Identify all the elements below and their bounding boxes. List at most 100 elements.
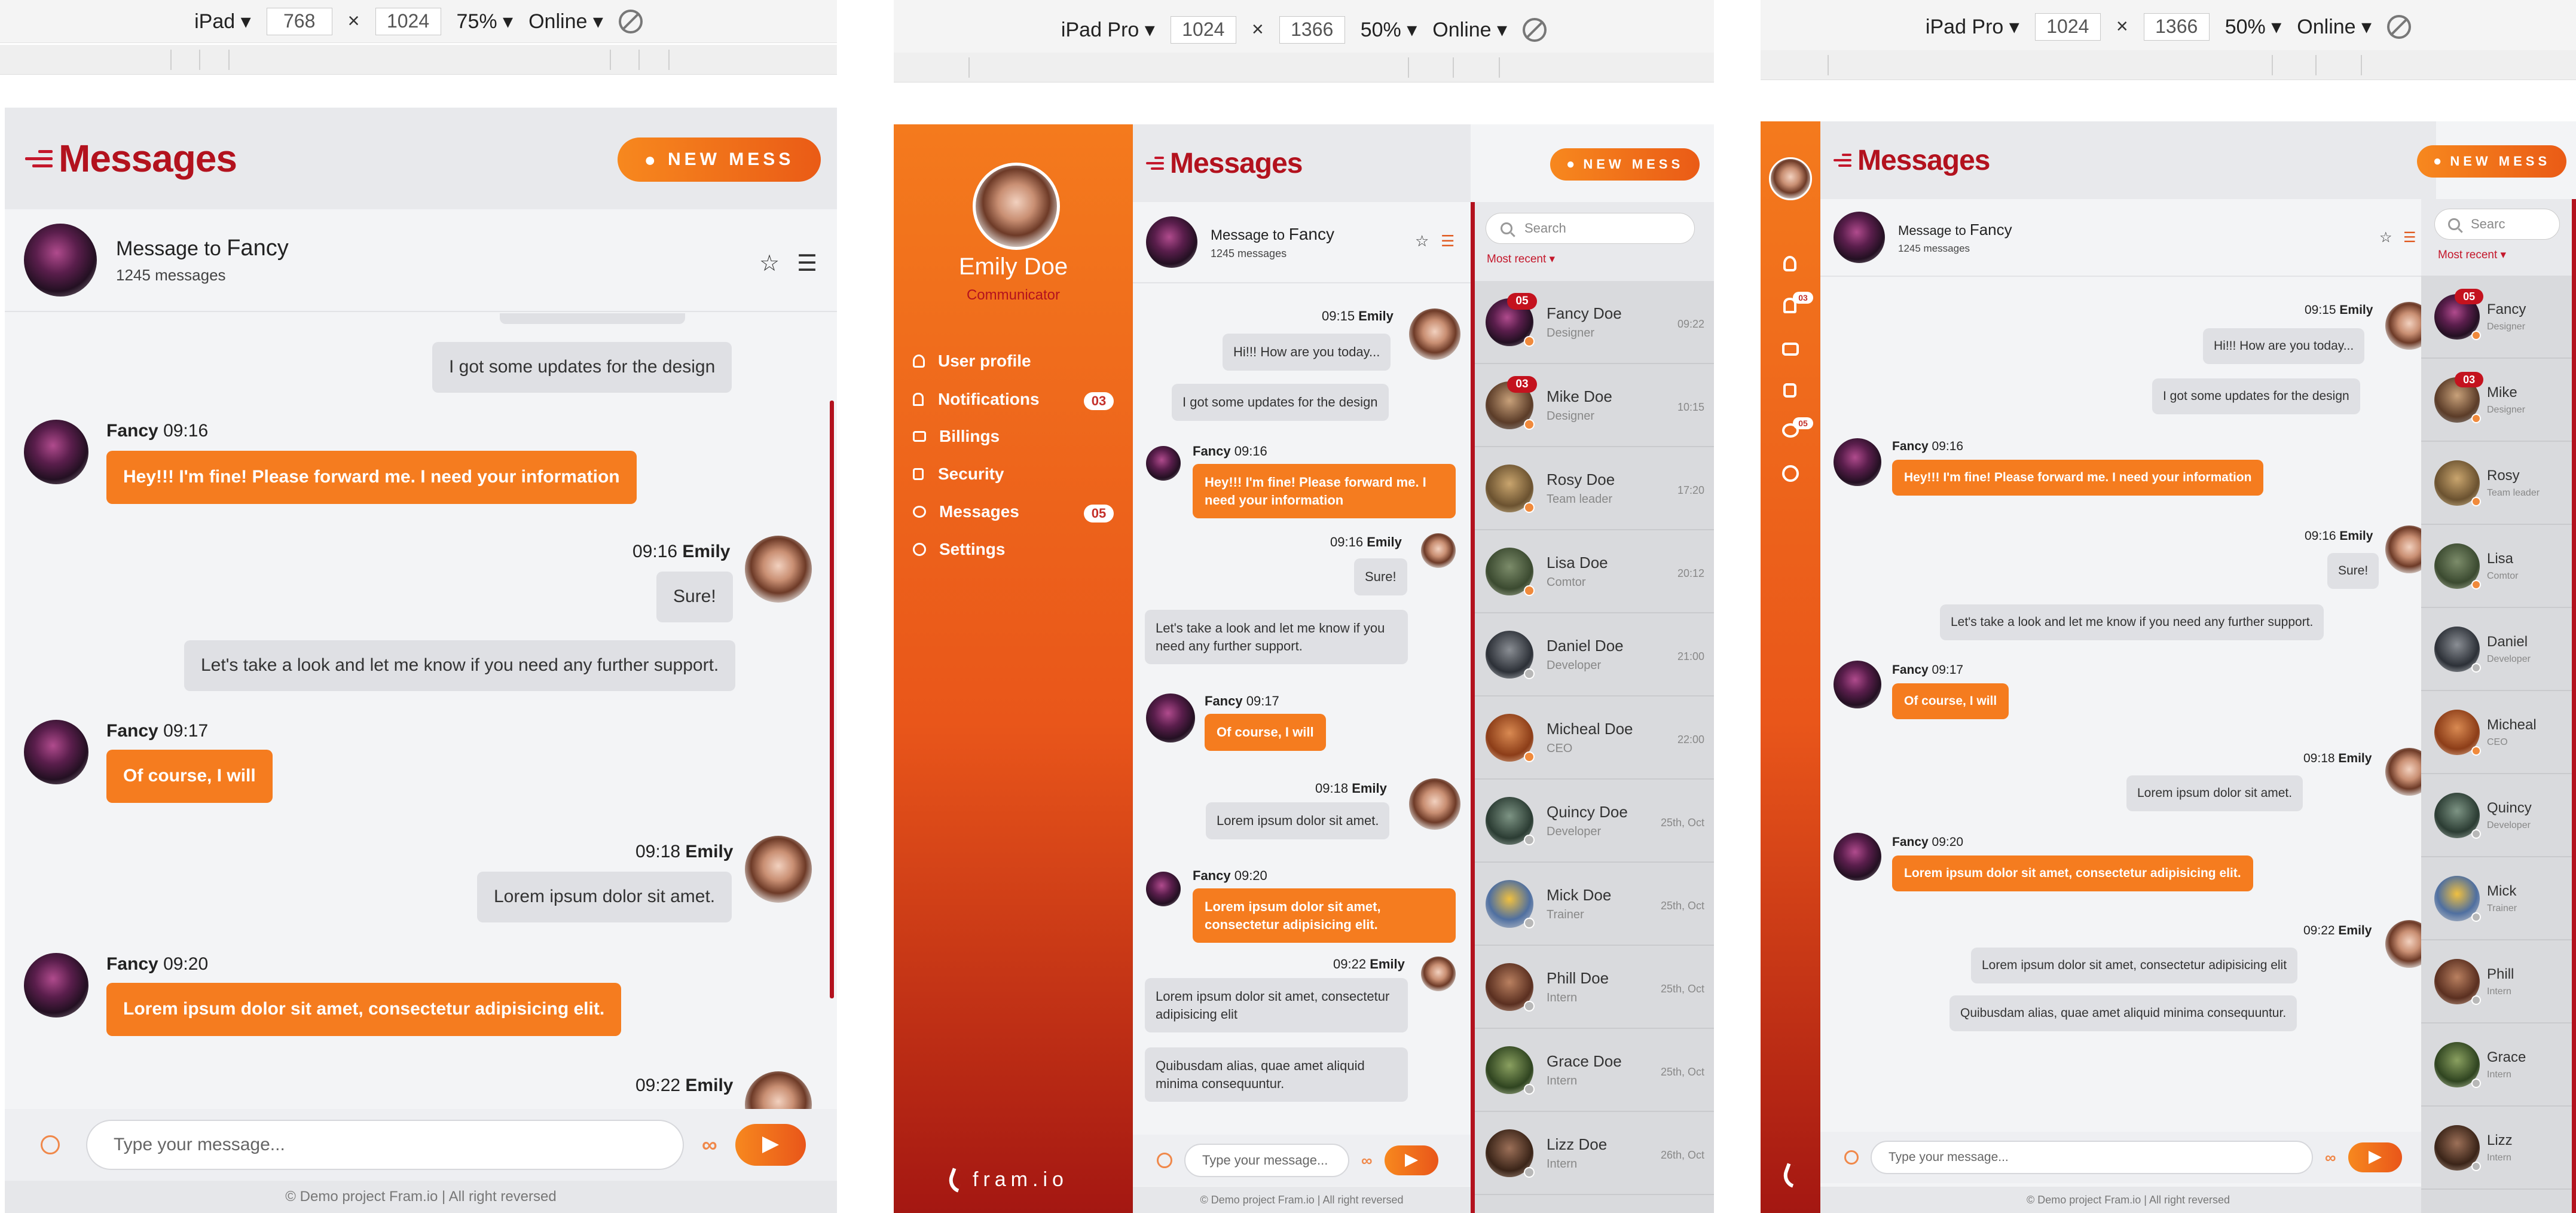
emoji-icon[interactable] [1844, 1150, 1859, 1165]
sort-dropdown[interactable]: Most recent ▾ [2438, 248, 2506, 262]
star-icon[interactable]: ☆ [2379, 229, 2392, 246]
contact-row[interactable]: Micheal Doe CEO 22:00 [1475, 696, 1714, 780]
menu-toggle-icon[interactable] [1146, 157, 1164, 170]
contact-row[interactable]: Rosy Team leader [2421, 442, 2572, 525]
star-icon[interactable]: ☆ [1415, 232, 1429, 250]
send-button[interactable] [2348, 1142, 2402, 1172]
sender-name: Fancy [1193, 444, 1231, 459]
width-input[interactable] [1170, 16, 1236, 44]
chat-menu-icon[interactable]: ☰ [797, 250, 817, 277]
lock-icon[interactable] [1783, 383, 1796, 398]
chat-title-prefix: Message to [1211, 227, 1289, 243]
height-input[interactable] [2143, 13, 2210, 41]
contact-role: Intern [1547, 991, 1578, 1004]
contact-row[interactable]: Daniel Doe Developer 21:00 [1475, 613, 1714, 696]
emoji-icon[interactable] [1157, 1153, 1172, 1168]
rotate-icon[interactable] [2387, 14, 2412, 39]
message-input[interactable]: Type your message... [1871, 1141, 2313, 1174]
new-message-button[interactable]: ● NEW MESS [1550, 148, 1700, 181]
message-input[interactable]: Type your message... [86, 1120, 684, 1170]
fancy-avatar [1146, 693, 1195, 743]
device-select[interactable]: iPad Pro [1061, 18, 1155, 42]
contact-row[interactable]: Grace Doe Intern 25th, Oct [1475, 1029, 1714, 1112]
send-button[interactable] [735, 1124, 806, 1166]
rotate-icon[interactable] [618, 9, 643, 33]
contact-row[interactable]: Phill Intern [2421, 940, 2572, 1023]
contact-row[interactable]: Lisa Comtor [2421, 525, 2572, 608]
contact-row[interactable]: Mick Doe Trainer 25th, Oct [1475, 863, 1714, 946]
contact-name: Lizz [2487, 1132, 2513, 1148]
menu-toggle-icon[interactable] [1834, 154, 1851, 167]
message-time: 09:20 [1932, 835, 1964, 849]
zoom-select[interactable]: 75% [457, 10, 514, 33]
menu-item-settings[interactable]: Settings [913, 540, 1005, 559]
zoom-select[interactable]: 50% [2225, 15, 2282, 39]
status-indicator [1524, 1083, 1535, 1095]
height-input[interactable] [375, 7, 441, 35]
contact-row[interactable]: Phill Doe Intern 25th, Oct [1475, 946, 1714, 1029]
contact-row[interactable]: 05 Fancy Designer [2421, 276, 2572, 359]
emily-avatar [1409, 778, 1460, 830]
menu-item-messages[interactable]: Messages [913, 502, 1019, 521]
contact-row[interactable]: Daniel Developer [2421, 608, 2572, 691]
star-icon[interactable]: ☆ [759, 250, 780, 277]
chat-menu-icon[interactable]: ☰ [1441, 232, 1454, 250]
emoji-icon[interactable] [41, 1135, 60, 1154]
message-input[interactable]: Type your message... [1184, 1144, 1349, 1177]
attach-icon[interactable]: ∞ [2325, 1148, 2336, 1167]
sort-dropdown[interactable]: Most recent ▾ [1487, 252, 1555, 266]
contact-time: 25th, Oct [1660, 816, 1704, 829]
app-screen: Emily Doe Communicator User profile Noti… [894, 124, 1714, 1213]
width-input[interactable] [2034, 13, 2101, 41]
contact-search[interactable]: Searc [2434, 209, 2560, 240]
chat-title-name: Fancy [227, 236, 289, 261]
send-button[interactable] [1384, 1145, 1438, 1175]
user-avatar [1769, 157, 1812, 200]
menu-item-notifications[interactable]: Notifications [913, 390, 1040, 409]
attach-icon[interactable]: ∞ [1361, 1151, 1373, 1170]
width-input[interactable] [266, 7, 332, 35]
network-select[interactable]: Online [1432, 18, 1507, 42]
contact-row[interactable]: 05 Fancy Doe Designer 09:22 [1475, 281, 1714, 364]
contact-role: Designer [2487, 321, 2526, 332]
message-bubble: Quibusdam alias, quae amet aliquid minim… [1145, 1047, 1408, 1102]
contact-row[interactable]: Quincy Doe Developer 25th, Oct [1475, 780, 1714, 863]
menu-item-billings[interactable]: Billings [913, 427, 1000, 446]
network-select[interactable]: Online [2297, 15, 2372, 39]
menu-item-user-profile[interactable]: User profile [913, 352, 1031, 371]
contact-row[interactable]: Lizz Doe Intern 26th, Oct [1475, 1112, 1714, 1195]
device-select[interactable]: iPad [194, 10, 251, 33]
message-time: 09:15 [2305, 303, 2336, 317]
contact-row[interactable]: 03 Mike Doe Designer 10:15 [1475, 364, 1714, 447]
contact-row[interactable]: 03 Mike Designer [2421, 359, 2572, 442]
wallet-icon [913, 431, 926, 442]
contact-row[interactable]: Quincy Developer [2421, 774, 2572, 857]
contact-row[interactable]: Lisa Doe Comtor 20:12 [1475, 530, 1714, 613]
contact-row[interactable]: Micheal CEO [2421, 691, 2572, 774]
height-input[interactable] [1279, 16, 1345, 44]
wallet-icon[interactable] [1782, 343, 1799, 356]
contact-row[interactable]: Lizz Intern [2421, 1107, 2572, 1190]
user-icon[interactable] [1783, 256, 1796, 271]
contact-row[interactable]: Grace Intern [2421, 1023, 2572, 1107]
gear-icon[interactable] [1782, 465, 1799, 482]
contact-row[interactable]: Rosy Doe Team leader 17:20 [1475, 447, 1714, 530]
network-select[interactable]: Online [528, 10, 603, 33]
menu-toggle-icon[interactable] [25, 149, 53, 167]
contact-row[interactable]: Mick Trainer [2421, 857, 2572, 940]
menu-label: Security [938, 465, 1004, 483]
new-message-button[interactable]: ● NEW MESS [618, 138, 821, 182]
device-select[interactable]: iPad Pro [1926, 15, 2019, 39]
menu-item-security[interactable]: Security [913, 465, 1004, 484]
chat-menu-icon[interactable]: ☰ [2403, 229, 2416, 246]
zoom-select[interactable]: 50% [1361, 18, 1417, 42]
new-message-button[interactable]: ● NEW MESS [2417, 145, 2566, 178]
attach-icon[interactable]: ∞ [702, 1132, 717, 1157]
status-indicator [1524, 1166, 1535, 1178]
message-bubble: I got some updates for the design [432, 342, 732, 393]
scrollbar[interactable] [830, 401, 834, 998]
contact-search[interactable]: Search [1486, 213, 1695, 244]
rotate-icon[interactable] [1523, 17, 1547, 42]
sender-name: Fancy [1892, 835, 1929, 849]
footer: © Demo project Fram.io | All right rever… [5, 1181, 837, 1213]
